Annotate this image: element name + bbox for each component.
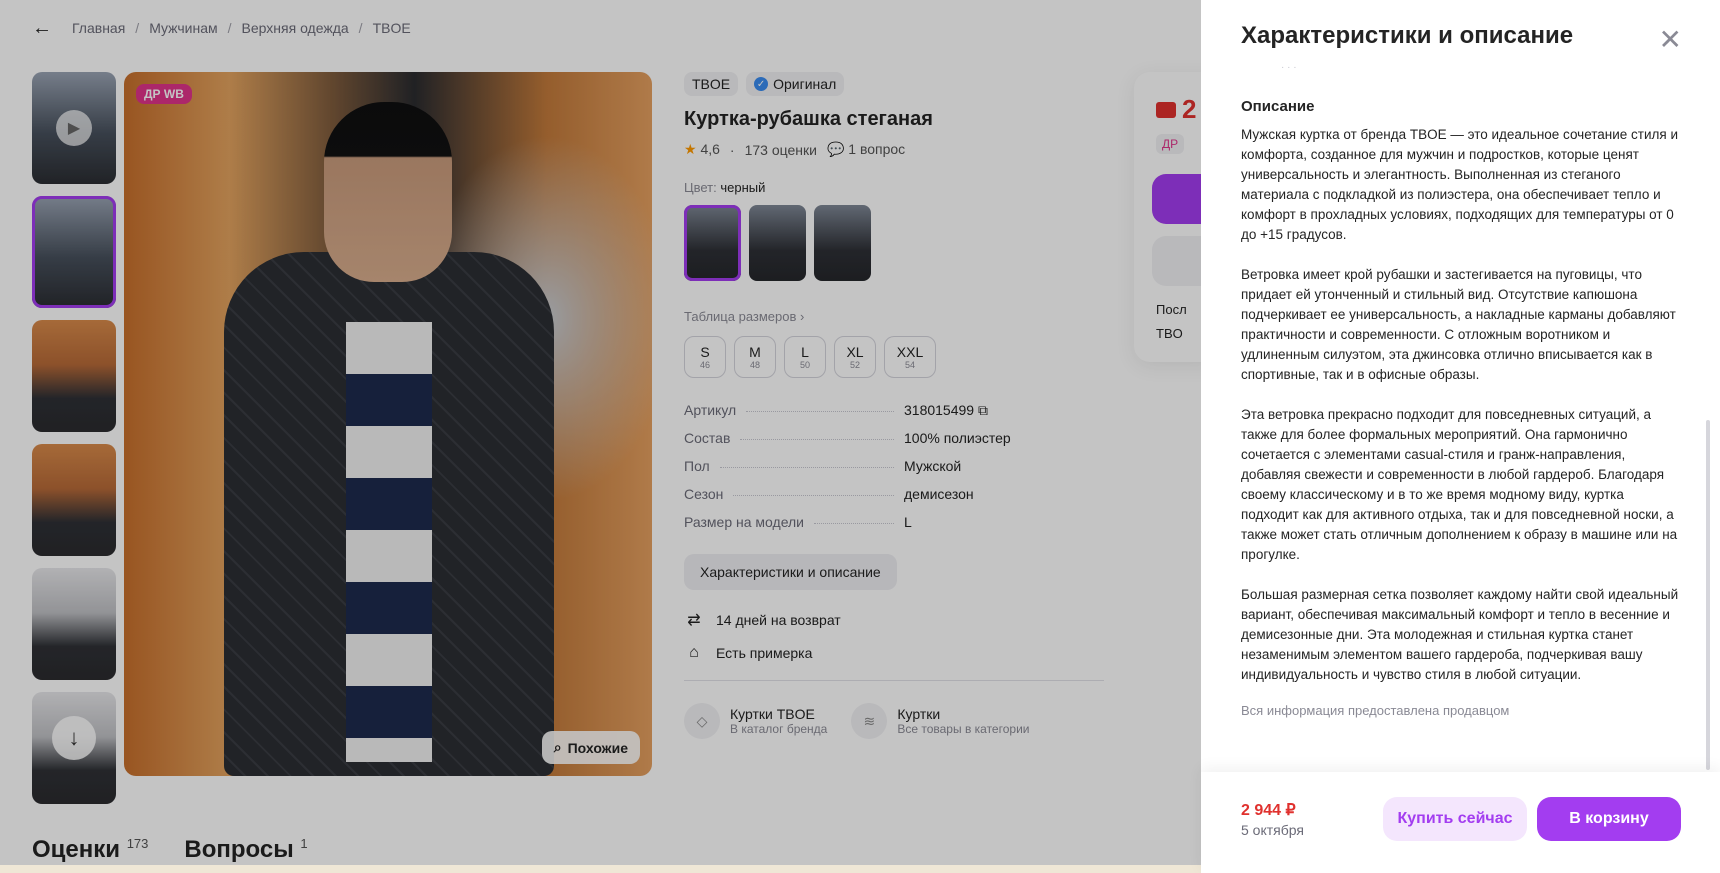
description-text: Мужская куртка от бренда TBOE — это идеа… bbox=[1241, 125, 1681, 685]
add-to-cart-button[interactable]: В корзину bbox=[1537, 797, 1681, 841]
modal-backdrop[interactable] bbox=[0, 0, 1201, 873]
description-paragraph: Мужская куртка от бренда TBOE — это идеа… bbox=[1241, 127, 1679, 242]
panel-footer: 2 944 ₽ 5 октября Купить сейчас В корзин… bbox=[1201, 772, 1720, 873]
seller-note: Вся информация предоставлена продавцом bbox=[1241, 703, 1510, 718]
description-paragraph: Ветровка имеет крой рубашки и застегивае… bbox=[1241, 267, 1676, 382]
close-icon[interactable]: ✕ bbox=[1659, 26, 1682, 54]
scroll-remnant: · · · bbox=[1281, 62, 1297, 73]
buy-now-button[interactable]: Купить сейчас bbox=[1383, 797, 1527, 841]
panel-title: Характеристики и описание bbox=[1241, 22, 1574, 49]
description-title: Описание bbox=[1241, 98, 1315, 115]
characteristics-panel: Характеристики и описание ✕ · · · Описан… bbox=[1201, 0, 1720, 873]
scrollbar[interactable] bbox=[1706, 420, 1710, 770]
description-paragraph: Эта ветровка прекрасно подходит для повс… bbox=[1241, 407, 1678, 562]
delivery-date: 5 октября bbox=[1241, 822, 1304, 838]
description-paragraph: Большая размерная сетка позволяет каждом… bbox=[1241, 587, 1679, 682]
footer-price: 2 944 ₽ bbox=[1241, 802, 1296, 819]
panel-body: · · · Описание Мужская куртка от бренда … bbox=[1241, 62, 1681, 772]
